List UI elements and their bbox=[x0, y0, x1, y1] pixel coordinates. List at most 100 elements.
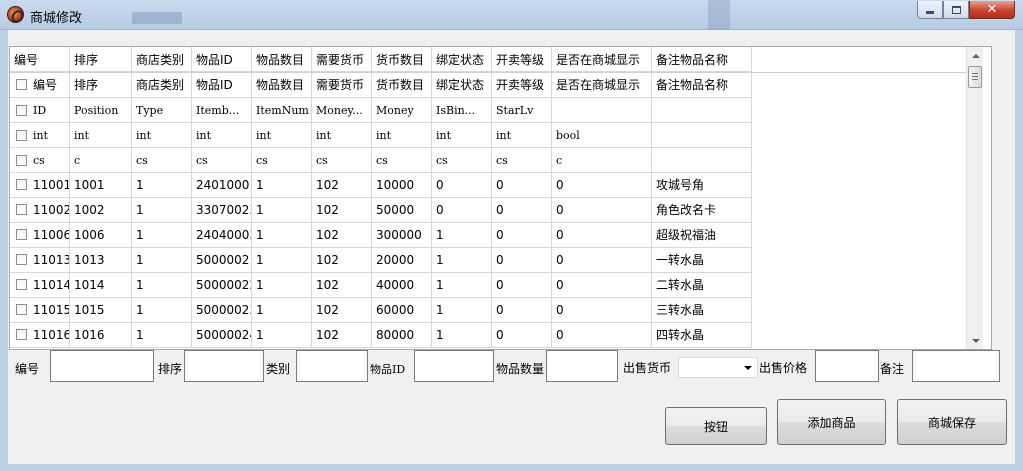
column-header[interactable]: 是否在商城显示 bbox=[552, 47, 652, 72]
table-cell[interactable]: int bbox=[312, 123, 372, 148]
table-cell[interactable]: 备注物品名称 bbox=[652, 73, 752, 98]
table-cell[interactable]: 1 bbox=[132, 273, 192, 298]
row-checkbox[interactable] bbox=[16, 104, 27, 116]
scroll-thumb[interactable] bbox=[968, 66, 982, 88]
table-cell[interactable]: cs bbox=[312, 148, 372, 173]
table-cell[interactable]: 是否在商城显示 bbox=[552, 73, 652, 98]
table-cell[interactable]: 300000 bbox=[372, 223, 432, 248]
table-cell[interactable]: 1013 bbox=[70, 248, 132, 273]
table-cell[interactable]: 1002 bbox=[70, 198, 132, 223]
row-checkbox[interactable] bbox=[16, 304, 27, 315]
table-cell[interactable]: int bbox=[70, 123, 132, 148]
table-row[interactable]: 编号 排序 商店类别 物品ID 物品数目 需要货币 货币数目 绑定状态 开卖等级 是否在商城显示 备… bbox=[10, 73, 966, 98]
table-row[interactable]: 11015 1015 1 50000023 1 102 60000 1 0 0 三转水晶 bbox=[10, 298, 966, 323]
table-cell[interactable]: 24010001 bbox=[192, 173, 252, 198]
category-input[interactable] bbox=[296, 350, 368, 382]
column-header[interactable]: 物品数目 bbox=[252, 47, 312, 72]
scroll-up-button[interactable] bbox=[967, 47, 984, 64]
table-cell[interactable]: 102 bbox=[312, 323, 372, 348]
table-cell[interactable]: 1 bbox=[432, 273, 492, 298]
note-input[interactable] bbox=[912, 350, 1000, 382]
table-cell[interactable]: 绑定状态 bbox=[432, 73, 492, 98]
table-cell[interactable]: 1006 bbox=[70, 223, 132, 248]
currency-select[interactable] bbox=[678, 357, 758, 378]
table-cell[interactable]: 1 bbox=[132, 198, 192, 223]
table-cell[interactable]: cs bbox=[432, 148, 492, 173]
maximize-button[interactable] bbox=[943, 1, 969, 19]
table-cell[interactable]: 1 bbox=[432, 298, 492, 323]
table-cell[interactable]: 50000023 bbox=[192, 298, 252, 323]
table-row[interactable]: int int int int int int int int int bool bbox=[10, 123, 966, 148]
table-cell[interactable]: 11001 bbox=[10, 173, 70, 198]
table-cell[interactable]: 80000 bbox=[372, 323, 432, 348]
table-cell[interactable]: int bbox=[132, 123, 192, 148]
table-cell[interactable] bbox=[652, 123, 752, 148]
table-cell[interactable]: 0 bbox=[552, 248, 652, 273]
table-cell[interactable]: 102 bbox=[312, 273, 372, 298]
table-cell[interactable]: 102 bbox=[312, 223, 372, 248]
table-cell[interactable] bbox=[652, 148, 752, 173]
close-button[interactable]: ✕ bbox=[969, 1, 1015, 19]
id-input[interactable] bbox=[50, 350, 154, 382]
table-cell[interactable]: 0 bbox=[492, 248, 552, 273]
table-cell[interactable]: bool bbox=[552, 123, 652, 148]
row-checkbox[interactable] bbox=[16, 204, 27, 215]
table-cell[interactable]: 0 bbox=[552, 323, 652, 348]
table-cell[interactable]: 0 bbox=[432, 198, 492, 223]
table-cell[interactable]: 1 bbox=[252, 173, 312, 198]
table-cell[interactable]: 1 bbox=[432, 323, 492, 348]
table-cell[interactable]: 11015 bbox=[10, 298, 70, 323]
table-cell[interactable]: 四转水晶 bbox=[652, 323, 752, 348]
column-header[interactable]: 备注物品名称 bbox=[652, 47, 752, 72]
table-cell[interactable]: 物品数目 bbox=[252, 73, 312, 98]
table-cell[interactable]: int bbox=[192, 123, 252, 148]
item-id-input[interactable] bbox=[414, 350, 494, 382]
table-cell[interactable]: 物品ID bbox=[192, 73, 252, 98]
generic-button[interactable]: 按钮 bbox=[665, 407, 767, 445]
table-cell[interactable]: int bbox=[492, 123, 552, 148]
table-cell[interactable]: 50000022 bbox=[192, 273, 252, 298]
table-row[interactable]: 11014 1014 1 50000022 1 102 40000 1 0 0 二转水晶 bbox=[10, 273, 966, 298]
table-cell[interactable]: 24040003 bbox=[192, 223, 252, 248]
table-row[interactable]: ID Position Type Itemb... ItemNum Money... Mon… bbox=[10, 98, 966, 123]
table-cell[interactable]: 1 bbox=[432, 223, 492, 248]
table-cell[interactable]: 50000021 bbox=[192, 248, 252, 273]
table-cell[interactable]: 0 bbox=[492, 323, 552, 348]
scroll-down-button[interactable] bbox=[967, 332, 984, 349]
row-checkbox[interactable] bbox=[16, 79, 27, 90]
table-cell[interactable]: 1 bbox=[252, 298, 312, 323]
table-cell[interactable]: 1014 bbox=[70, 273, 132, 298]
row-checkbox[interactable] bbox=[16, 229, 27, 240]
table-cell[interactable]: ItemNum bbox=[252, 98, 312, 123]
table-cell[interactable]: Itemb... bbox=[192, 98, 252, 123]
table-cell[interactable]: 1 bbox=[252, 273, 312, 298]
table-cell[interactable] bbox=[552, 98, 652, 123]
row-checkbox[interactable] bbox=[16, 329, 27, 340]
order-input[interactable] bbox=[184, 350, 264, 382]
shop-data-grid[interactable]: 编号 排序 商店类别 物品ID 物品数目 需要货币 货币数目 绑定状态 开卖等级 是否在商城显示备… bbox=[9, 46, 992, 350]
table-cell[interactable]: 20000 bbox=[372, 248, 432, 273]
table-cell[interactable]: 33070023 bbox=[192, 198, 252, 223]
table-cell[interactable]: 102 bbox=[312, 248, 372, 273]
table-cell[interactable]: cs bbox=[132, 148, 192, 173]
table-cell[interactable]: 0 bbox=[492, 223, 552, 248]
vertical-scrollbar[interactable] bbox=[966, 47, 983, 349]
column-header[interactable]: 编号 bbox=[10, 47, 70, 72]
table-cell[interactable]: IsBin... bbox=[432, 98, 492, 123]
table-cell[interactable]: Type bbox=[132, 98, 192, 123]
row-checkbox[interactable] bbox=[16, 129, 27, 141]
table-cell[interactable]: 0 bbox=[492, 273, 552, 298]
table-cell[interactable]: 排序 bbox=[70, 73, 132, 98]
table-cell[interactable]: 1 bbox=[132, 298, 192, 323]
table-row[interactable]: 11006 1006 1 24040003 1 102 300000 1 0 0 超级祝福油 bbox=[10, 223, 966, 248]
table-cell[interactable]: cs bbox=[10, 148, 70, 173]
table-cell[interactable]: 102 bbox=[312, 173, 372, 198]
table-cell[interactable]: 一转水晶 bbox=[652, 248, 752, 273]
table-cell[interactable]: 40000 bbox=[372, 273, 432, 298]
column-header[interactable]: 物品ID bbox=[192, 47, 252, 72]
table-row[interactable]: cs c cs cs cs cs cs cs cs c bbox=[10, 148, 966, 173]
table-cell[interactable]: Position bbox=[70, 98, 132, 123]
table-row[interactable]: 11013 1013 1 50000021 1 102 20000 1 0 0 一转水晶 bbox=[10, 248, 966, 273]
table-cell[interactable]: 50000024 bbox=[192, 323, 252, 348]
table-cell[interactable]: cs bbox=[192, 148, 252, 173]
